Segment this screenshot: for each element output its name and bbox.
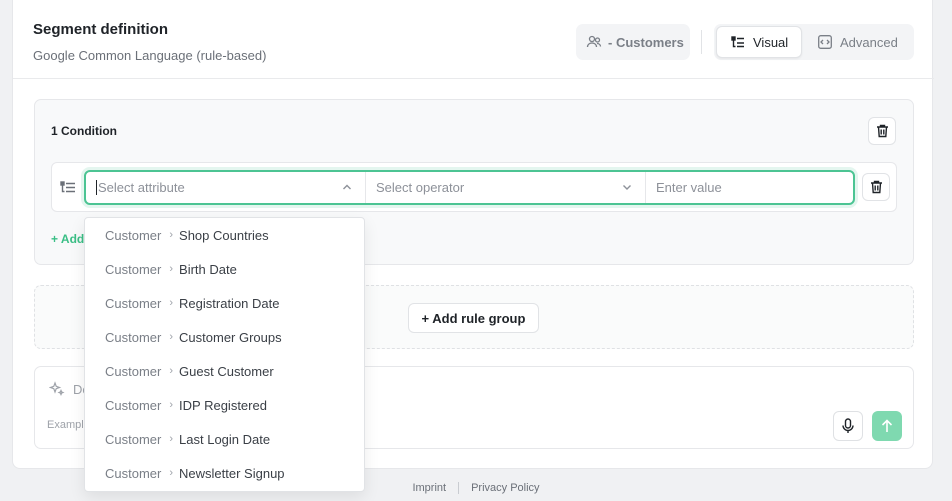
visual-mode-button[interactable]: Visual	[716, 26, 802, 58]
option-category: Customer	[105, 227, 162, 243]
list-item[interactable]: Customer › Shop Countries	[85, 218, 364, 252]
option-attribute: IDP Registered	[179, 397, 267, 413]
chevron-right-icon: ›	[169, 467, 174, 479]
audience-selector[interactable]: - Customers	[576, 24, 690, 60]
code-icon	[818, 35, 832, 49]
list-item[interactable]: Customer › IDP Registered	[85, 388, 364, 422]
operator-placeholder: Select operator	[376, 180, 465, 195]
value-input[interactable]: Enter value	[646, 172, 853, 203]
option-attribute: Customer Groups	[179, 329, 282, 345]
microphone-button[interactable]	[833, 411, 863, 441]
chevron-down-icon	[623, 185, 631, 190]
condition-inputs: Select attribute Select operator Enter v…	[84, 170, 855, 205]
attribute-dropdown: Customer › Shop Countries Customer › Birth D…	[84, 217, 365, 492]
list-item[interactable]: Customer › Customer Groups	[85, 320, 364, 354]
option-category: Customer	[105, 295, 162, 311]
arrow-up-icon	[881, 419, 893, 432]
option-attribute: Registration Date	[179, 295, 280, 311]
text-caret	[96, 180, 97, 195]
page-footer: Imprint Privacy Policy	[0, 482, 952, 495]
chevron-right-icon: ›	[169, 229, 174, 241]
option-attribute: Shop Countries	[179, 227, 269, 243]
drag-handle-icon[interactable]	[60, 180, 76, 194]
delete-condition-button[interactable]	[862, 173, 890, 201]
chevron-right-icon: ›	[169, 297, 174, 309]
option-category: Customer	[105, 431, 162, 447]
delete-group-button[interactable]	[868, 117, 896, 145]
page-subtitle: Google Common Language (rule-based)	[33, 48, 267, 63]
chevron-right-icon: ›	[169, 263, 174, 275]
sparkles-icon	[49, 381, 65, 397]
advanced-mode-label: Advanced	[840, 34, 898, 50]
add-condition-link[interactable]: + Add	[51, 232, 84, 246]
chevron-right-icon: ›	[169, 331, 174, 343]
option-category: Customer	[105, 329, 162, 345]
header-divider	[701, 30, 702, 54]
list-tree-icon	[731, 36, 744, 48]
option-category: Customer	[105, 397, 162, 413]
add-rule-group-button[interactable]: + Add rule group	[408, 303, 539, 333]
option-category: Customer	[105, 363, 162, 379]
option-attribute: Last Login Date	[179, 431, 271, 447]
chevron-right-icon: ›	[169, 433, 174, 445]
footer-divider	[458, 482, 460, 495]
imprint-link[interactable]: Imprint	[412, 482, 446, 494]
condition-count: 1 Condition	[51, 124, 117, 138]
chevron-right-icon: ›	[169, 399, 174, 411]
value-placeholder: Enter value	[656, 180, 722, 195]
option-attribute: Newsletter Signup	[179, 465, 285, 481]
option-category: Customer	[105, 261, 162, 277]
trash-icon	[870, 180, 882, 194]
mode-toggle: Visual Advanced	[714, 24, 914, 60]
option-attribute: Guest Customer	[179, 363, 274, 379]
users-icon	[586, 35, 602, 48]
attribute-select[interactable]: Select attribute	[86, 172, 366, 203]
list-item[interactable]: Customer › Guest Customer	[85, 354, 364, 388]
option-attribute: Birth Date	[179, 261, 237, 277]
send-button[interactable]	[872, 411, 902, 441]
list-item[interactable]: Customer › Birth Date	[85, 252, 364, 286]
card-header: Segment definition Google Common Languag…	[13, 0, 934, 79]
visual-mode-label: Visual	[753, 34, 789, 50]
page-title: Segment definition	[33, 21, 168, 38]
audience-label: - Customers	[608, 34, 684, 50]
microphone-icon	[842, 418, 854, 433]
condition-row: Select attribute Select operator Enter v…	[51, 162, 897, 212]
privacy-policy-link[interactable]: Privacy Policy	[471, 482, 539, 494]
list-item[interactable]: Customer › Last Login Date	[85, 422, 364, 456]
chevron-right-icon: ›	[169, 365, 174, 377]
advanced-mode-button[interactable]: Advanced	[816, 26, 912, 58]
chevron-up-icon	[343, 184, 351, 190]
attribute-placeholder: Select attribute	[98, 180, 185, 195]
trash-icon	[876, 124, 888, 138]
list-item[interactable]: Customer › Registration Date	[85, 286, 364, 320]
option-category: Customer	[105, 465, 162, 481]
operator-select[interactable]: Select operator	[366, 172, 646, 203]
